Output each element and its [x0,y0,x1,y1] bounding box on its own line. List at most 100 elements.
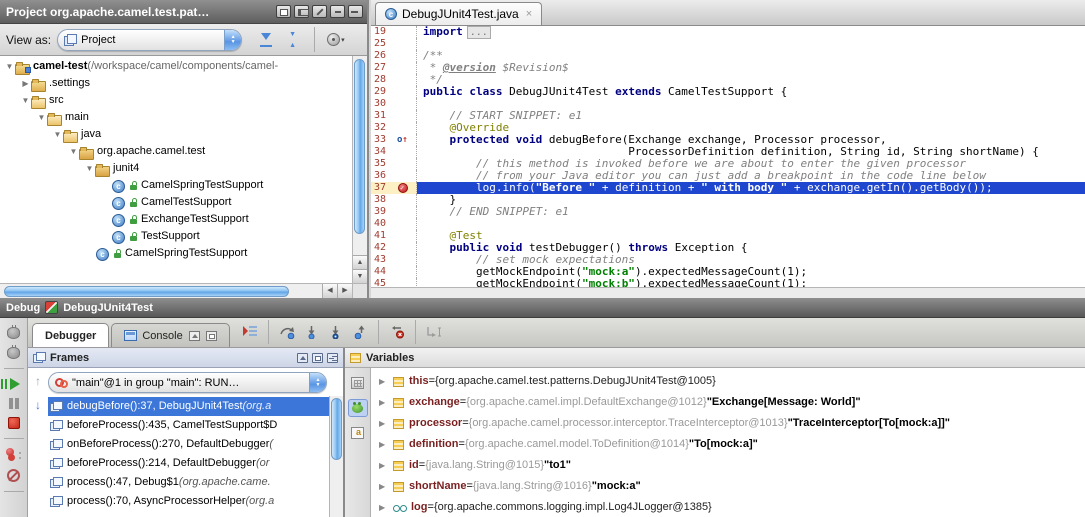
tree-item[interactable]: TestSupport [0,228,352,245]
code-line[interactable]: 39 // END SNIPPET: e1 [371,206,1085,218]
step-out-icon[interactable] [352,325,368,339]
editor-scroll-strip[interactable] [371,287,1085,298]
frame-row[interactable]: process():70, AsyncProcessorHelper (org.… [48,492,343,511]
frame-row[interactable]: onBeforeProcess():270, DefaultDebugger ( [48,435,343,454]
expand-arrow-icon[interactable] [20,92,31,109]
code-line[interactable]: 27 * @version $Revision$ [371,62,1085,74]
code-line[interactable]: 19import... [371,26,1085,38]
breakpoint-icon[interactable] [398,183,408,193]
run-to-cursor-icon[interactable] [426,325,443,339]
rerun-debugger-icon[interactable] [7,327,20,339]
variable-row[interactable]: log = {org.apache.commons.logging.impl.L… [371,497,1085,517]
expand-arrow-icon[interactable] [20,75,31,92]
frames-scrollbar[interactable] [329,396,343,517]
evaluate-expression-icon[interactable] [348,374,368,392]
expand-arrow-icon[interactable] [36,109,47,126]
force-step-into-icon[interactable] [328,325,344,339]
tree-item[interactable]: CamelSpringTestSupport [0,177,352,194]
tab-console[interactable]: Console [111,323,229,347]
float-icon[interactable] [206,331,217,341]
debug-titlebar[interactable]: Debug DebugJUnit4Test [0,298,1085,318]
restore-layout-icon[interactable] [297,353,308,363]
dock-window-icon[interactable] [294,5,309,18]
editor-tab-active[interactable]: c DebugJUnit4Test.java × [375,2,542,25]
resume-icon[interactable] [10,378,26,390]
view-breakpoints-icon[interactable] [6,448,22,461]
tree-item[interactable]: CamelSpringTestSupport [0,245,352,262]
tree-item[interactable]: CamelTestSupport [0,194,352,211]
variables-header[interactable]: Variables [345,348,1085,368]
float-panel-icon[interactable] [312,353,323,363]
scroll-down-icon[interactable]: ▼ [353,269,367,283]
tree-item[interactable]: junit4 [0,160,352,177]
thread-dump-icon[interactable] [7,347,20,359]
expand-arrow-icon[interactable] [84,160,95,177]
export-icon[interactable] [189,331,200,341]
tab-debugger[interactable]: Debugger [32,323,109,347]
thread-dropdown[interactable]: "main"@1 in group "main": RUN… ▲▼ [48,372,327,393]
show-execution-point-icon[interactable] [242,325,258,339]
previous-frame-icon[interactable]: ↑ [35,374,41,388]
scrollbar-thumb[interactable] [4,286,289,297]
expand-arrow-icon[interactable] [379,497,393,517]
pin-icon[interactable] [312,5,327,18]
tree-item[interactable]: main [0,109,352,126]
frames-header[interactable]: Frames [28,348,343,368]
float-window-icon[interactable] [276,5,291,18]
expand-arrow-icon[interactable] [52,126,63,143]
code-line[interactable]: 37 log.info("Before " + definition + " w… [371,182,1085,194]
expand-arrow-icon[interactable] [4,58,15,75]
variable-row[interactable]: id = {java.lang.String@1015}"to1" [371,455,1085,476]
tree-item[interactable]: ExchangeTestSupport [0,211,352,228]
stop-icon[interactable] [8,417,20,429]
next-frame-icon[interactable]: ↓ [35,398,41,412]
view-as-dropdown[interactable]: Project ▲▼ [57,29,242,51]
expand-arrow-icon[interactable] [379,434,393,455]
expand-arrow-icon[interactable] [379,413,393,434]
close-tab-icon[interactable]: × [526,8,532,20]
code-area[interactable]: 19import...2526/**27 * @version $Revisio… [371,26,1085,287]
step-into-icon[interactable] [304,325,320,339]
tree-item[interactable]: .settings [0,75,352,92]
scroll-from-source-icon[interactable] [259,33,274,47]
tree-item[interactable]: org.apache.camel.test [0,143,352,160]
code-line[interactable]: 25 [371,38,1085,50]
inspect-icon[interactable] [348,424,368,442]
mute-breakpoints-icon[interactable] [7,469,20,482]
minimize-icon[interactable] [330,5,345,18]
hide-panel-icon[interactable] [348,5,363,18]
scroll-up-icon[interactable]: ▲ [353,255,367,269]
frame-row[interactable]: process():47, Debug$1 (org.apache.came. [48,473,343,492]
tree-item[interactable]: src [0,92,352,109]
expand-arrow-icon[interactable] [379,371,393,392]
scrollbar-thumb[interactable] [331,398,342,460]
settings-gear-icon[interactable] [327,33,340,46]
frame-row[interactable]: beforeProcess():435, CamelTestSupport$D [48,416,343,435]
frame-row[interactable]: debugBefore():37, DebugJUnit4Test (org.a [48,397,343,416]
code-line[interactable]: 29public class DebugJUnit4Test extends C… [371,86,1085,98]
expand-arrow-icon[interactable] [379,476,393,497]
variable-row[interactable]: exchange = {org.apache.camel.impl.Defaul… [371,392,1085,413]
scroll-left-icon[interactable]: ◀ [322,284,337,298]
step-over-icon[interactable] [279,325,296,339]
tree-item[interactable]: java [0,126,352,143]
variable-row[interactable]: definition = {org.apache.camel.model.ToD… [371,434,1085,455]
move-right-icon[interactable] [327,353,338,363]
code-line[interactable]: 45 getMockEndpoint("mock:b").expectedMes… [371,278,1085,287]
expand-arrow-icon[interactable] [68,143,79,160]
expand-arrow-icon[interactable] [379,455,393,476]
scroll-right-icon[interactable]: ▶ [337,284,352,298]
frame-row[interactable]: beforeProcess():214, DefaultDebugger (or [48,454,343,473]
expand-arrow-icon[interactable] [379,392,393,413]
collapse-all-icon[interactable] [288,33,301,47]
project-vertical-scrollbar[interactable]: ▲ ▼ [352,56,367,283]
override-icon[interactable] [397,134,408,146]
variable-row[interactable]: this = {org.apache.camel.test.patterns.D… [371,371,1085,392]
project-titlebar[interactable]: Project org.apache.camel.test.pat… [0,0,367,24]
scrollbar-thumb[interactable] [354,59,365,234]
variable-row[interactable]: processor = {org.apache.camel.processor.… [371,413,1085,434]
pop-frame-icon[interactable] [389,325,405,339]
pause-icon[interactable] [9,398,19,409]
variable-row[interactable]: shortName = {java.lang.String@1016}"mock… [371,476,1085,497]
project-horizontal-scrollbar[interactable]: ◀ ▶ [0,283,352,298]
